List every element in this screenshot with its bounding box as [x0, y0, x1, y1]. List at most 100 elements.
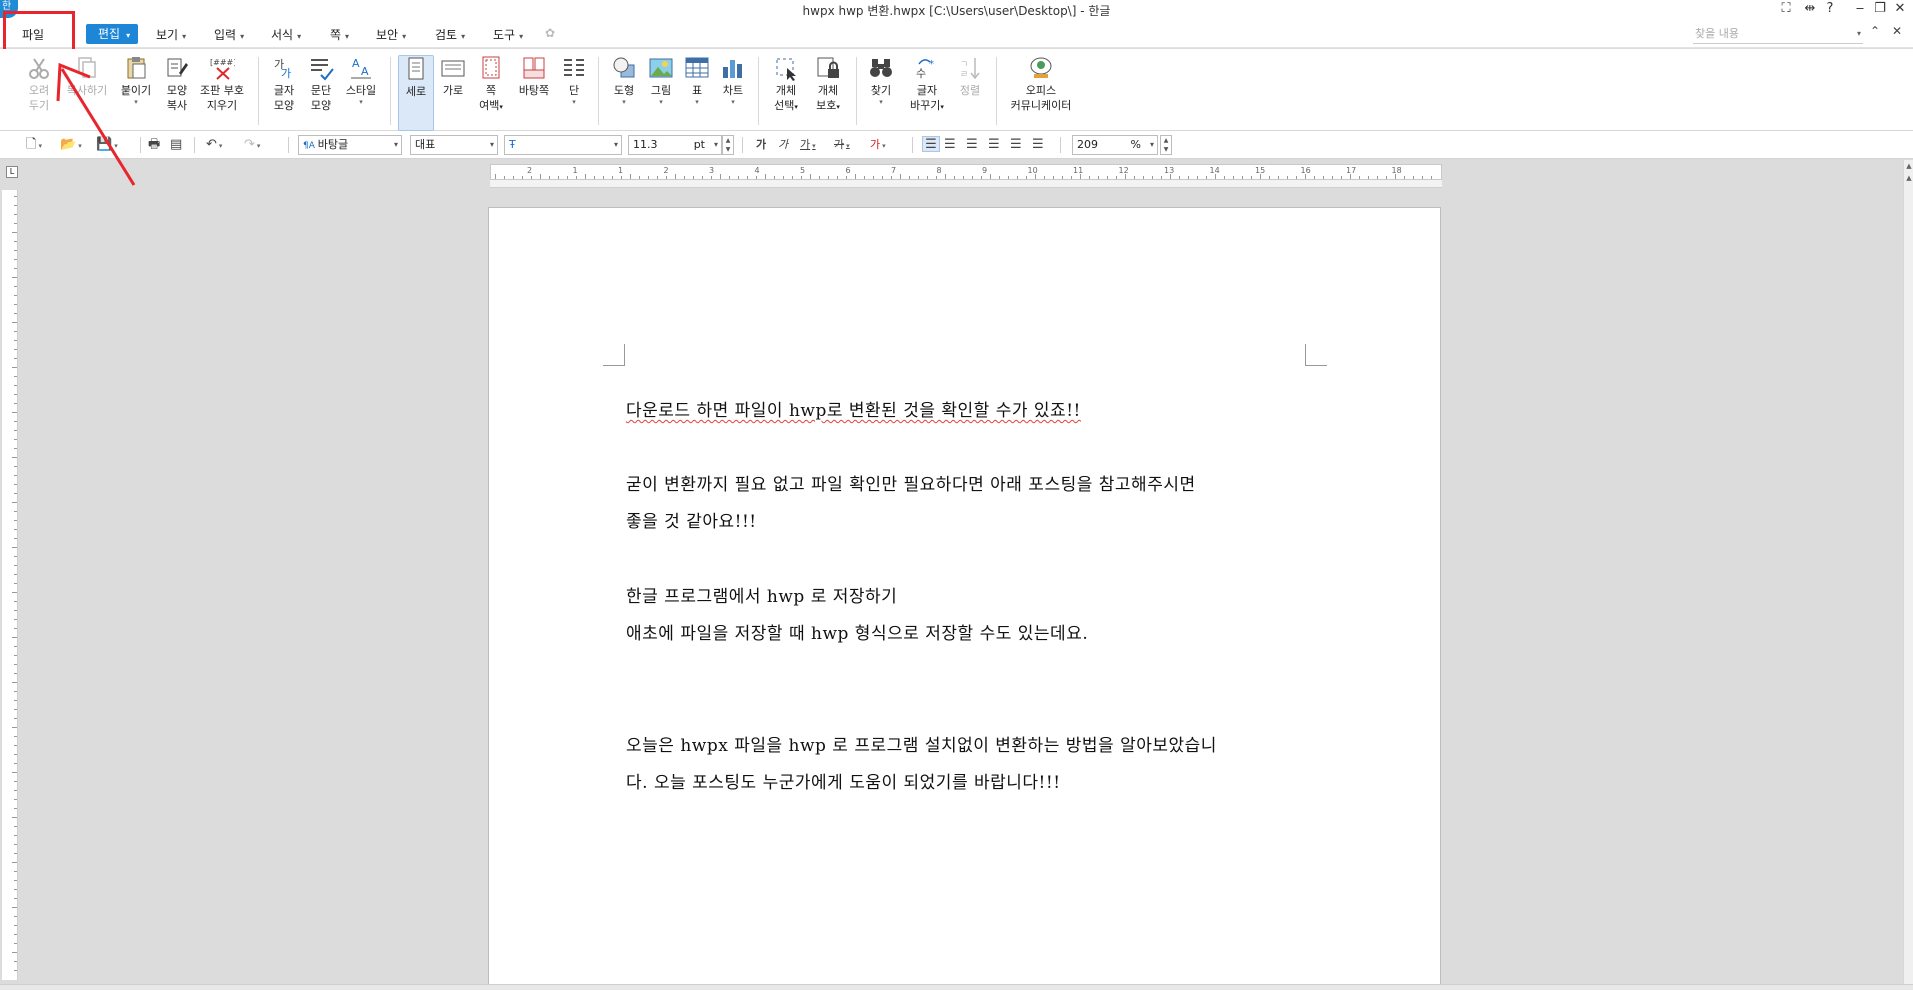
toolbar-separator — [1060, 137, 1061, 153]
sort-button[interactable]: ㄱㄹ 정렬 — [954, 55, 986, 98]
columns-button[interactable]: 단 ▾ — [560, 55, 588, 106]
copy-button[interactable]: 복사하기 — [62, 55, 112, 98]
portrait-button[interactable]: 세로 — [398, 55, 434, 131]
format-painter-button[interactable]: 모양 복사 — [160, 55, 194, 113]
close-icon[interactable]: ✕ — [1890, 1, 1910, 16]
horizontal-ruler[interactable]: 2 1 1 2 3 4 5 6 7 8 9 10 11 12 13 14 15 16 17 18 — [490, 164, 1442, 188]
cut-button[interactable]: 오려 두기 — [24, 55, 54, 113]
print-icon[interactable]: 🖶 — [148, 137, 160, 153]
style-button[interactable]: AA 스타일 ▾ — [342, 55, 380, 106]
format-painter-icon — [167, 58, 188, 77]
restore-icon[interactable]: ❐ — [1870, 1, 1890, 16]
char-shape-button[interactable]: 가가 글자 모양 — [268, 55, 300, 113]
scroll-up-icon[interactable]: ▲ — [1904, 174, 1913, 182]
scroll-up-icon[interactable]: ▲ — [1904, 162, 1913, 170]
find-button[interactable]: 찾기 ▾ — [866, 55, 896, 106]
ruler-tick — [1179, 176, 1180, 179]
menu-edit-label: 편집 — [98, 27, 121, 41]
preview-icon[interactable]: ▤ — [170, 137, 182, 153]
menu-insert[interactable]: 입력 ▾ — [214, 26, 244, 43]
select-object-button[interactable]: 개체 선택▾ — [766, 55, 806, 115]
undo-icon[interactable]: ↶ ▾ — [206, 137, 222, 153]
menu-file[interactable]: 파일 — [22, 26, 44, 43]
fullscreen-icon[interactable]: ⛶ — [1776, 1, 1796, 16]
ruler-tick — [1116, 176, 1117, 179]
ruler-tick — [14, 655, 17, 656]
paragraph[interactable]: 다. 오늘 포스팅도 누군가에게 도움이 되었기를 바랍니다!!! — [626, 768, 1061, 793]
align-left-icon[interactable]: ☰ — [944, 137, 956, 153]
close-doc-icon[interactable]: ✕ — [1892, 24, 1902, 38]
paragraph[interactable]: 오늘은 hwpx 파일을 hwp 로 프로그램 설치없이 변환하는 방법을 알아… — [626, 731, 1217, 756]
vertical-scrollbar[interactable]: ▲ ▲ — [1903, 160, 1913, 990]
align-justify-icon[interactable]: ☰ — [922, 136, 940, 152]
ruler-tick — [1071, 176, 1072, 179]
ruler-tick — [14, 871, 17, 872]
ribbon-collapse-icon[interactable]: ⌃ — [1870, 24, 1880, 38]
clear-marks-button[interactable]: [###] 조판 부호 지우기 — [196, 55, 248, 113]
table-button[interactable]: 표 ▾ — [682, 55, 712, 106]
paragraph[interactable]: 좋을 것 같아요!!! — [626, 507, 757, 532]
ruler-tick — [1089, 176, 1090, 179]
ruler-tick-label: 6 — [845, 166, 851, 175]
search-input[interactable]: 찾을 내용 ▾ — [1693, 24, 1863, 44]
para-shape-button[interactable]: 문단 모양 — [304, 55, 338, 113]
menu-security[interactable]: 보안 ▾ — [376, 26, 406, 43]
customize-icon[interactable]: ✿ — [545, 26, 555, 40]
zoom-stepper[interactable]: ▲ ▼ — [1160, 135, 1172, 155]
ruler-tick — [576, 176, 577, 179]
split-icon[interactable]: ⇹ — [1800, 1, 1820, 16]
strikethrough-icon[interactable]: 가 ▾ — [834, 137, 850, 153]
new-document-icon[interactable]: 🗋 ▾ — [26, 137, 42, 153]
minimize-icon[interactable]: ‒ — [1850, 1, 1870, 16]
align-right-icon[interactable]: ☰ — [988, 137, 1000, 153]
font-language-select[interactable]: 대표 ▾ — [410, 135, 498, 155]
ruler-tick — [999, 176, 1000, 179]
menu-review[interactable]: 검토 ▾ — [435, 26, 465, 43]
align-distribute-icon[interactable]: ☰ — [1010, 137, 1022, 153]
font-size-stepper[interactable]: ▲ ▼ — [722, 135, 734, 155]
underline-icon[interactable]: 가 ▾ — [800, 137, 816, 153]
document-page[interactable]: 다운로드 하면 파일이 hwp로 변환된 것을 확인할 수가 있죠!! 굳이 변… — [488, 207, 1441, 990]
align-divide-icon[interactable]: ☰ — [1032, 137, 1044, 153]
redo-icon[interactable]: ↷ ▾ — [244, 137, 260, 153]
landscape-button[interactable]: 가로 — [438, 55, 468, 98]
ruler-tick — [14, 790, 17, 791]
ruler-tick — [684, 176, 685, 179]
ruler-tick — [14, 448, 17, 449]
office-communicator-button[interactable]: 오피스 커뮤니케이터 — [1006, 55, 1076, 113]
save-icon[interactable]: 💾 ▾ — [96, 137, 118, 153]
menu-tools[interactable]: 도구 ▾ — [493, 26, 523, 43]
paragraph[interactable]: 다운로드 하면 파일이 hwp로 변환된 것을 확인할 수가 있죠!! — [626, 396, 1081, 421]
paste-button[interactable]: 붙이기 ▾ — [116, 55, 156, 106]
replace-button[interactable]: 수 * 글자 바꾸기▾ — [904, 55, 950, 115]
menu-page[interactable]: 쪽 ▾ — [330, 26, 349, 43]
font-size-input[interactable]: 11.3 pt ▾ — [628, 135, 722, 155]
bold-icon[interactable]: 가 — [756, 137, 766, 153]
paragraph[interactable]: 애초에 파일을 저장할 때 hwp 형식으로 저장할 수도 있는데요. — [626, 619, 1088, 644]
paragraph[interactable]: 굳이 변환까지 필요 없고 파일 확인만 필요하다면 아래 포스팅을 참고해주시… — [626, 470, 1196, 495]
ruler-corner-icon[interactable]: L — [6, 166, 18, 178]
chevron-down-icon: ▾ — [240, 32, 245, 41]
menu-view[interactable]: 보기 ▾ — [156, 26, 186, 43]
font-color-icon[interactable]: 가 ▾ — [870, 137, 886, 153]
italic-icon[interactable]: 가 — [778, 137, 788, 153]
background-page-button[interactable]: 바탕쪽 — [514, 55, 554, 98]
shape-button[interactable]: 도형 ▾ — [608, 55, 640, 106]
paragraph[interactable]: 한글 프로그램에서 hwp 로 저장하기 — [626, 582, 897, 607]
vertical-ruler[interactable] — [2, 190, 18, 980]
menu-edit[interactable]: 편집 ▾ — [86, 24, 138, 44]
ruler-tick-label: 1 — [572, 166, 578, 175]
align-center-icon[interactable]: ☰ — [966, 137, 978, 153]
chart-button[interactable]: 차트 ▾ — [716, 55, 750, 106]
ruler-tick — [639, 176, 640, 179]
ruler-tick — [882, 176, 883, 179]
style-select[interactable]: ¶A 바탕글 ▾ — [298, 135, 402, 155]
open-folder-icon[interactable]: 📂 ▾ — [60, 137, 82, 153]
protect-object-button[interactable]: 개체 보호▾ — [808, 55, 848, 115]
picture-button[interactable]: 그림 ▾ — [644, 55, 678, 106]
page-margin-button[interactable]: 쪽 여백▾ — [474, 55, 508, 115]
menu-format[interactable]: 서식 ▾ — [271, 26, 301, 43]
zoom-input[interactable]: 209% ▾ — [1072, 135, 1158, 155]
help-icon[interactable]: ? — [1820, 1, 1840, 16]
font-select[interactable]: Ŧ ▾ — [504, 135, 622, 155]
